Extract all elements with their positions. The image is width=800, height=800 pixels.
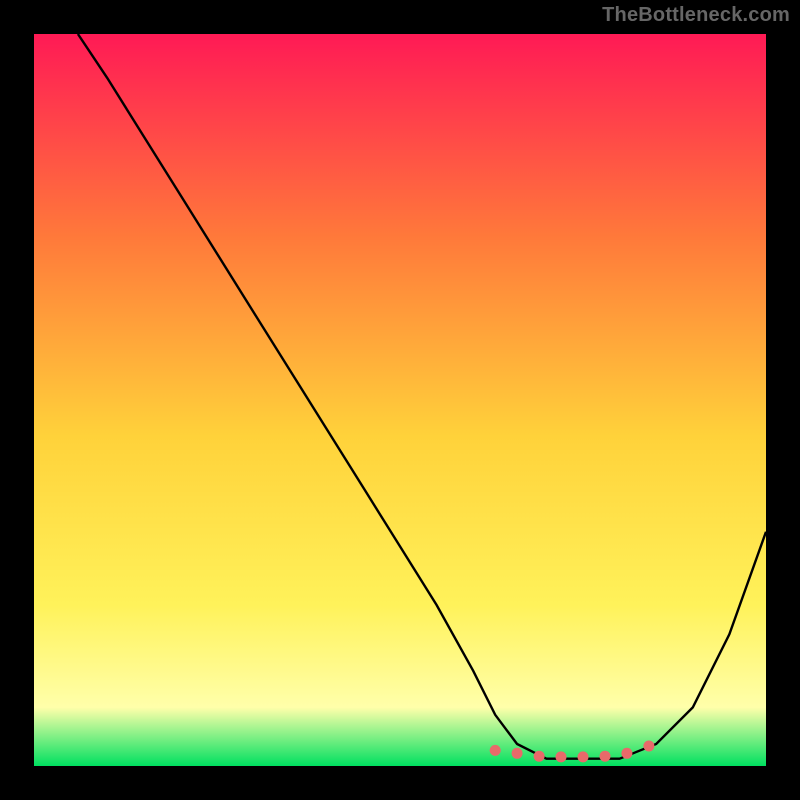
plot-svg: [34, 34, 766, 766]
optimal-marker: [512, 748, 523, 759]
plot-area: [34, 34, 766, 766]
gradient-background: [34, 34, 766, 766]
optimal-marker: [556, 751, 567, 762]
optimal-marker: [534, 751, 545, 762]
optimal-marker: [621, 748, 632, 759]
optimal-marker: [490, 745, 501, 756]
chart-frame: TheBottleneck.com: [0, 0, 800, 800]
optimal-marker: [643, 741, 654, 752]
optimal-marker: [578, 751, 589, 762]
watermark-text: TheBottleneck.com: [602, 4, 790, 27]
optimal-marker: [600, 751, 611, 762]
